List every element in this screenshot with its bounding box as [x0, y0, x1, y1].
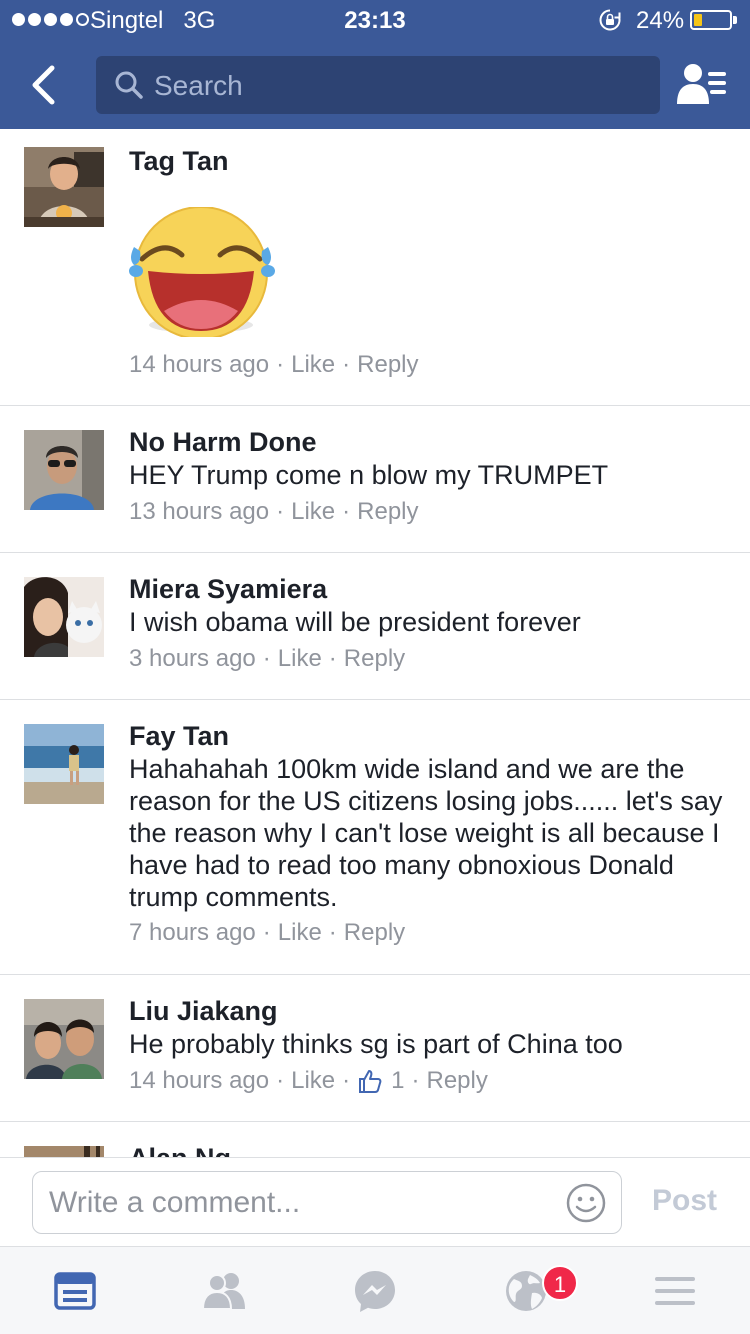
comment-meta: 13 hours ago · Like · Reply — [129, 498, 419, 526]
like-button[interactable]: Like — [278, 645, 322, 673]
comment-author[interactable]: Fay Tan — [129, 721, 229, 752]
avatar[interactable] — [24, 147, 104, 227]
comment-text: He probably thinks sg is part of China t… — [129, 1029, 623, 1059]
thumbs-up-icon — [359, 1070, 382, 1093]
comment-author[interactable]: Tag Tan — [129, 146, 229, 177]
search-input[interactable]: Search — [96, 56, 660, 114]
friend-requests-icon[interactable] — [676, 62, 728, 106]
comment-author[interactable]: Liu Jiakang — [129, 996, 278, 1027]
menu-tab-icon[interactable] — [653, 1269, 697, 1313]
comment-meta: 14 hours ago · Like · 1 · Reply — [129, 1067, 488, 1095]
comment-meta: 14 hours ago · Like · Reply — [129, 351, 419, 379]
comments-list: Tag Tan 14 hours ago · Like · Reply No H… — [0, 129, 750, 1157]
back-chevron-icon[interactable] — [20, 60, 70, 110]
navigation-bar: Search — [0, 40, 750, 129]
comment-item: Fay Tan Hahahahah 100km wide island and … — [0, 700, 750, 975]
comment-item: No Harm Done HEY Trump come n blow my TR… — [0, 406, 750, 553]
comment-time[interactable]: 3 hours ago — [129, 645, 256, 673]
reply-button[interactable]: Reply — [357, 498, 418, 526]
post-button[interactable]: Post — [652, 1184, 717, 1218]
news-feed-tab-icon[interactable] — [53, 1269, 97, 1313]
comment-time[interactable]: 14 hours ago — [129, 1067, 269, 1095]
comment-item: Miera Syamiera I wish obama will be pres… — [0, 553, 750, 700]
comment-text: I wish obama will be president forever — [129, 607, 581, 637]
status-bar: Singtel 3G 23:13 24% — [0, 0, 750, 40]
like-button[interactable]: Like — [291, 351, 335, 379]
reply-button[interactable]: Reply — [357, 351, 418, 379]
laughing-tears-sticker-icon — [129, 207, 275, 337]
comment-meta: 7 hours ago · Like · Reply — [129, 919, 406, 947]
avatar[interactable] — [24, 577, 104, 657]
messenger-tab-icon[interactable] — [353, 1269, 397, 1313]
reply-button[interactable]: Reply — [344, 645, 405, 673]
comment-item: Liu Jiakang He probably thinks sg is par… — [0, 975, 750, 1122]
battery-icon — [690, 10, 732, 30]
comment-item: Tag Tan 14 hours ago · Like · Reply — [0, 129, 750, 406]
battery-percent: 24% — [636, 7, 685, 34]
comment-time[interactable]: 14 hours ago — [129, 351, 269, 379]
comment-placeholder: Write a comment... — [49, 1186, 301, 1219]
friends-tab-icon[interactable] — [202, 1269, 246, 1313]
avatar[interactable] — [24, 999, 104, 1079]
comment-author[interactable]: No Harm Done — [129, 427, 317, 458]
comment-time[interactable]: 13 hours ago — [129, 498, 269, 526]
rotation-lock-icon — [599, 9, 621, 31]
comment-author[interactable]: Miera Syamiera — [129, 574, 327, 605]
comment-composer: Write a comment... Post — [0, 1157, 750, 1246]
like-count[interactable]: 1 — [357, 1067, 405, 1095]
reply-button[interactable]: Reply — [344, 919, 405, 947]
reply-button[interactable]: Reply — [427, 1067, 488, 1095]
notifications-badge: 1 — [542, 1265, 578, 1301]
search-icon — [115, 71, 143, 99]
avatar[interactable] — [24, 1146, 104, 1157]
comment-author[interactable]: Alan Ng — [129, 1143, 231, 1157]
like-button[interactable]: Like — [291, 1067, 335, 1095]
comment-text: Hahahahah 100km wide island and we are t… — [129, 754, 723, 912]
comment-item: Alan Ng — [0, 1122, 750, 1157]
comment-text: HEY Trump come n blow my TRUMPET — [129, 460, 609, 490]
comment-time[interactable]: 7 hours ago — [129, 919, 256, 947]
avatar[interactable] — [24, 724, 104, 804]
emoji-smiley-icon[interactable] — [565, 1182, 607, 1224]
like-button[interactable]: Like — [291, 498, 335, 526]
battery-nub — [733, 16, 737, 24]
avatar[interactable] — [24, 430, 104, 510]
comment-meta: 3 hours ago · Like · Reply — [129, 645, 406, 673]
battery-level — [694, 14, 702, 26]
search-placeholder: Search — [154, 70, 243, 101]
like-button[interactable]: Like — [278, 919, 322, 947]
tab-bar: 1 — [0, 1246, 750, 1334]
comment-input[interactable]: Write a comment... — [32, 1171, 622, 1234]
notifications-globe-icon[interactable] — [504, 1269, 548, 1313]
